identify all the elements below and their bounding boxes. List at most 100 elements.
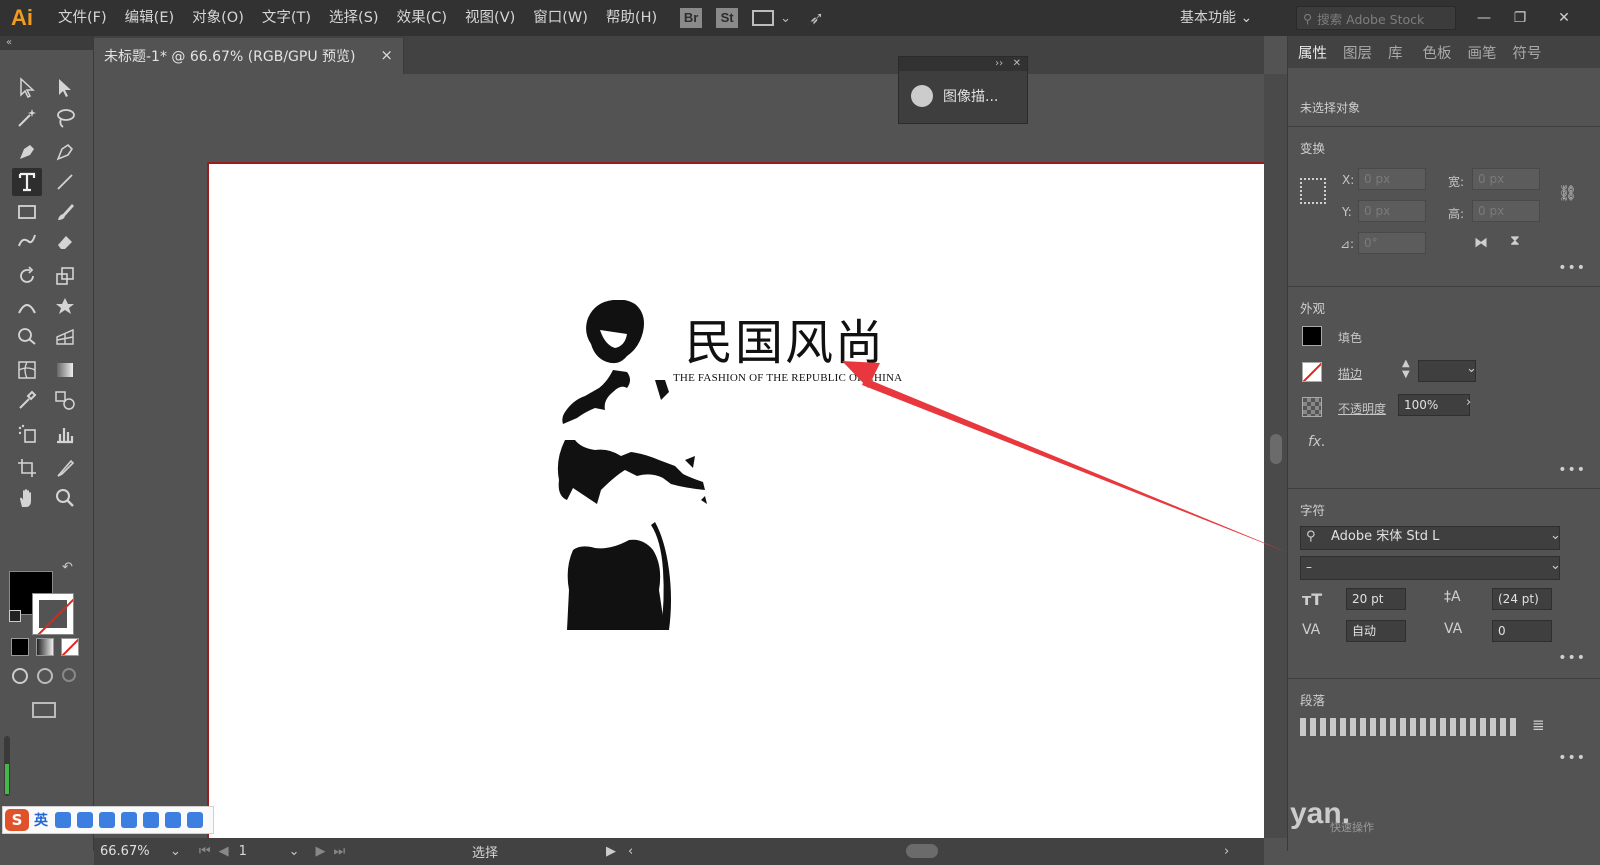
slice-tool-icon[interactable] [50,454,80,482]
paragraph-align-buttons[interactable] [1300,718,1518,736]
tab-properties[interactable]: 属性 [1298,42,1327,63]
ime-logo[interactable]: S [5,809,29,831]
artwork-subtitle-text[interactable]: THE FASHION OF THE REPUBLIC OF CHINA [673,372,902,384]
status-text[interactable]: 选择 [472,842,498,861]
draw-inside-icon[interactable] [62,668,76,682]
rotate-tool-icon[interactable] [12,262,42,290]
microphone-icon[interactable] [99,812,115,828]
chevron-down-icon[interactable]: ⌄ [780,11,791,26]
paintbrush-tool-icon[interactable] [50,198,80,226]
image-trace-button[interactable]: 图像描... [899,71,1027,121]
close-tab-icon[interactable]: × [380,46,393,64]
type-tool-icon[interactable] [12,168,42,196]
appearance-more-options[interactable]: ••• [1558,462,1586,478]
fx-icon[interactable]: fx. [1308,434,1326,450]
paragraph-more-options[interactable]: ••• [1558,750,1586,766]
toolbar-collapse-icon[interactable]: « [0,36,93,50]
close-window-button[interactable]: ✕ [1546,0,1582,36]
y-field[interactable]: 0 px [1358,200,1426,222]
draw-normal-icon[interactable] [12,668,28,684]
punctuation-icon[interactable] [55,812,71,828]
first-artboard-icon[interactable]: ⏮ [199,844,211,859]
status-menu-icon[interactable]: ▶ [606,844,616,859]
scroll-thumb[interactable] [1270,434,1282,464]
stock-button[interactable]: St [716,8,739,28]
font-style-field[interactable]: – [1300,556,1560,580]
direct-selection-tool-icon[interactable] [50,74,80,102]
zoom-field[interactable]: 66.67% [100,844,170,859]
hscroll-thumb[interactable] [906,844,938,858]
constrain-proportions-icon[interactable]: ⛓ [1558,184,1577,202]
x-field[interactable]: 0 px [1358,168,1426,190]
menu-object[interactable]: 对象(O) [183,0,253,36]
emoji-icon[interactable] [77,812,93,828]
workspace-switcher[interactable]: 基本功能 ⌄ [1180,0,1252,36]
width-field[interactable]: 0 px [1472,168,1540,190]
draw-behind-icon[interactable] [37,668,53,684]
perspective-grid-tool-icon[interactable] [50,322,80,350]
screen-mode-icon[interactable] [32,702,56,718]
color-mode-icon[interactable] [11,638,29,656]
default-colors-icon[interactable] [9,610,21,622]
curvature-tool-icon[interactable] [50,138,80,166]
transform-more-options[interactable]: ••• [1558,260,1586,276]
kerning-field[interactable]: 自动 [1346,620,1406,642]
blend-tool-icon[interactable] [50,386,80,414]
swap-colors-icon[interactable]: ↶ [62,560,73,575]
hand-tool-icon[interactable] [12,484,42,512]
toolbox-icon[interactable] [187,812,203,828]
mesh-tool-icon[interactable] [12,356,42,384]
column-graph-tool-icon[interactable] [50,420,80,448]
user-icon[interactable] [143,812,159,828]
document-tab[interactable]: 未标题-1* @ 66.67% (RGB/GPU 预览) × [94,38,404,74]
shape-builder-tool-icon[interactable] [12,322,42,350]
menu-select[interactable]: 选择(S) [320,0,388,36]
flip-horizontal-icon[interactable]: ⧓ [1474,235,1488,251]
justify-all-icon[interactable]: ≣ [1532,716,1545,734]
vertical-scrollbar[interactable] [1264,74,1287,838]
stroke-swatch[interactable] [1302,362,1322,382]
symbol-sprayer-tool-icon[interactable] [12,420,42,448]
stock-search-field[interactable]: ⚲ 搜索 Adobe Stock [1296,6,1456,30]
rectangle-tool-icon[interactable] [12,198,42,226]
keyboard-icon[interactable] [121,812,137,828]
bridge-button[interactable]: Br [680,8,703,28]
reference-point-icon[interactable] [1300,178,1326,204]
tab-swatches[interactable]: 色板 [1423,42,1452,63]
menu-edit[interactable]: 编辑(E) [116,0,183,36]
tracking-field[interactable]: 0 [1492,620,1552,642]
panel-header[interactable]: ›› ✕ [899,57,1027,71]
minimize-button[interactable]: — [1466,0,1502,36]
stroke-color-swatch[interactable] [32,593,74,635]
restore-button[interactable]: ❐ [1502,0,1538,36]
menu-window[interactable]: 窗口(W) [524,0,597,36]
chevron-down-icon[interactable]: ⌄ [1550,528,1561,543]
stroke-label[interactable]: 描边 [1338,365,1362,382]
next-artboard-icon[interactable]: ▶ [316,844,326,859]
opacity-field[interactable]: 100% [1398,394,1470,416]
artboard-tool-icon[interactable] [12,454,42,482]
stroke-stepper-icon[interactable]: ▲ ▼ [1402,358,1410,380]
artboard-number-field[interactable]: 1 [239,844,289,859]
ime-language-toggle[interactable]: 英 [34,810,48,830]
tab-brushes[interactable]: 画笔 [1468,42,1497,63]
leading-field[interactable]: (24 pt) [1492,588,1552,610]
none-mode-icon[interactable] [61,638,79,656]
last-artboard-icon[interactable]: ⏭ [334,844,346,859]
shaper-tool-icon[interactable] [12,228,42,256]
menu-type[interactable]: 文字(T) [253,0,320,36]
eraser-tool-icon[interactable] [50,228,80,256]
font-family-field[interactable]: Adobe 宋体 Std L [1300,526,1560,550]
scale-tool-icon[interactable] [50,262,80,290]
eyedropper-tool-icon[interactable] [12,386,42,414]
line-segment-tool-icon[interactable] [50,168,80,196]
chevron-right-icon[interactable]: › [1466,395,1471,410]
flip-vertical-icon[interactable]: ⧗ [1510,233,1520,249]
arrange-documents-icon[interactable] [752,10,775,26]
skin-icon[interactable] [165,812,181,828]
menu-file[interactable]: 文件(F) [44,0,116,36]
chevron-down-icon[interactable]: ⌄ [289,844,300,859]
opacity-label[interactable]: 不透明度 [1338,400,1386,417]
menu-view[interactable]: 视图(V) [456,0,524,36]
puppet-warp-tool-icon[interactable] [50,292,80,320]
